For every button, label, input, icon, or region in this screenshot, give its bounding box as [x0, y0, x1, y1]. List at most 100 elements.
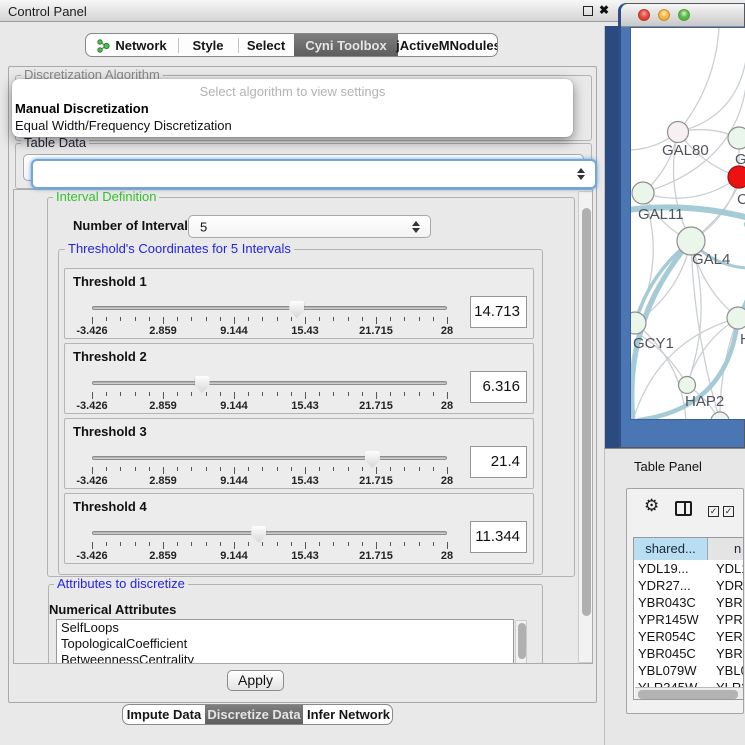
tick-mark — [348, 542, 349, 546]
threshold-4-value-field[interactable]: 11.344 — [470, 521, 527, 553]
tick-label: 21.715 — [359, 550, 393, 562]
tick-label: 15.43 — [291, 400, 319, 412]
dropdown-option-equal-width[interactable]: Equal Width/Frequency Discretization — [15, 118, 232, 133]
attribute-list-item[interactable]: SelfLoops — [57, 620, 513, 636]
network-node-label: GCY1 — [633, 335, 674, 352]
threshold-3-slider-thumb[interactable] — [365, 451, 380, 468]
tick-mark — [433, 467, 434, 471]
table-row[interactable]: YBL079WYBL0 — [634, 662, 744, 679]
network-canvas[interactable]: GAL80GACGAL11GAL4GCY1HHAP2 — [630, 27, 745, 420]
threshold-1-slider-track[interactable] — [92, 306, 447, 310]
checkbox-icon[interactable]: ✓ — [723, 506, 734, 517]
threshold-3-slider-track[interactable] — [92, 456, 447, 460]
threshold-3-panel: Threshold 3-3.4262.8599.14415.4321.71528… — [64, 418, 534, 489]
bottom-tab-impute-data[interactable]: Impute Data — [123, 705, 205, 724]
tick-mark — [433, 542, 434, 546]
tick-mark — [149, 317, 150, 321]
tick-mark — [248, 317, 249, 321]
gear-icon[interactable]: ⚙ — [644, 497, 659, 514]
threshold-2-value-field[interactable]: 6.316 — [470, 371, 527, 403]
column-layout-icon[interactable] — [675, 501, 692, 516]
network-node-h[interactable] — [727, 307, 745, 329]
float-window-icon[interactable] — [583, 6, 593, 16]
table-data-label: Table Data — [21, 136, 89, 150]
threshold-4-slider-thumb[interactable] — [251, 526, 266, 543]
tick-label: 28 — [441, 550, 453, 562]
threshold-1-value-field[interactable]: 14.713 — [470, 296, 527, 328]
table-row[interactable]: YPR145WYPR1 — [634, 611, 744, 628]
zoom-traffic-light-icon[interactable] — [678, 9, 690, 21]
network-node-hap2[interactable] — [679, 377, 696, 394]
network-node-label: H — [740, 331, 745, 348]
table-row[interactable]: YDR27...YDR2 — [634, 577, 744, 594]
bottom-tab-discretize-data[interactable]: Discretize Data — [205, 705, 303, 724]
tick-mark — [433, 392, 434, 396]
network-edge[interactable] — [643, 34, 745, 193]
attribute-list-item[interactable]: BetweennessCentrality — [57, 652, 513, 664]
network-edge-thick[interactable] — [738, 224, 745, 318]
table-horizontal-scrollbar[interactable] — [635, 687, 743, 700]
table-cell-shared-name: YPR145W — [634, 611, 709, 628]
dropdown-hint: Select algorithm to view settings — [12, 84, 573, 99]
close-traffic-light-icon[interactable] — [638, 9, 650, 21]
tab-cyni-toolbox[interactable]: Cyni Toolbox — [294, 34, 398, 56]
tab-style[interactable]: Style — [178, 34, 238, 56]
interval-definition-label: Interval Definition — [53, 190, 159, 204]
network-node-gal11[interactable] — [632, 182, 654, 204]
network-node-n9[interactable] — [711, 412, 729, 420]
tab-network[interactable]: Network — [86, 34, 178, 56]
table-row[interactable]: YER054CYER0 — [634, 628, 744, 645]
threshold-label: Threshold 4 — [73, 499, 147, 514]
network-window-titlebar[interactable] — [621, 4, 744, 27]
tab-jactivemnodules[interactable]: jActiveMNodules — [398, 34, 498, 56]
table-cell-shared-name: YBR043C — [634, 594, 709, 611]
apply-button[interactable]: Apply — [227, 670, 284, 691]
tick-mark — [120, 392, 121, 396]
tick-label: 28 — [441, 400, 453, 412]
tick-label: 9.144 — [220, 325, 248, 337]
threshold-4-slider-track[interactable] — [92, 531, 447, 535]
attribute-list-item[interactable]: TopologicalCoefficient — [57, 636, 513, 652]
tick-mark — [404, 467, 405, 471]
control-panel-titlebar[interactable]: Control Panel ✖ — [0, 0, 620, 22]
tick-mark — [206, 317, 207, 321]
threshold-2-slider-track[interactable] — [92, 381, 447, 385]
threshold-2-slider-thumb[interactable] — [195, 376, 210, 393]
tick-mark — [106, 392, 107, 396]
tick-label: -3.426 — [76, 325, 107, 337]
threshold-3-value-field[interactable]: 21.4 — [470, 446, 527, 478]
tick-mark — [319, 542, 320, 546]
table-row[interactable]: YDL19...YDL1 — [634, 560, 744, 577]
table-header-row: shared... n — [634, 538, 744, 560]
number-of-intervals-combobox[interactable]: 5 — [188, 215, 431, 238]
tick-label: 21.715 — [359, 475, 393, 487]
dropdown-option-manual[interactable]: Manual Discretization — [15, 101, 149, 116]
minimize-traffic-light-icon[interactable] — [658, 9, 670, 21]
close-icon[interactable]: ✖ — [599, 3, 609, 17]
checkbox-icon[interactable]: ✓ — [708, 506, 719, 517]
tick-mark — [348, 467, 349, 471]
algorithm-combobox[interactable] — [31, 159, 597, 189]
threshold-label: Threshold 2 — [73, 349, 147, 364]
tick-mark — [277, 392, 278, 396]
column-header-name[interactable]: n — [708, 538, 744, 560]
threshold-1-slider-thumb[interactable] — [289, 301, 304, 318]
tick-mark — [248, 542, 249, 546]
attributes-list-scrollbar[interactable] — [515, 620, 527, 664]
settings-scrollbar[interactable] — [578, 191, 593, 663]
network-node-red[interactable] — [728, 166, 745, 188]
table-row[interactable]: YBR043CYBR0 — [634, 594, 744, 611]
numerical-attributes-list[interactable]: SelfLoopsTopologicalCoefficientBetweenne… — [56, 619, 514, 664]
network-node-ga[interactable] — [728, 127, 745, 149]
tab-select[interactable]: Select — [238, 34, 294, 56]
column-header-shared-name[interactable]: shared... — [634, 538, 708, 560]
table-cell-name: YBR0 — [709, 594, 744, 611]
tick-mark — [390, 542, 391, 546]
tick-label: 21.715 — [359, 400, 393, 412]
bottom-tab-infer-network[interactable]: Infer Network — [303, 705, 393, 724]
tick-mark — [447, 392, 448, 399]
tick-mark — [362, 542, 363, 546]
network-node-gal80[interactable] — [668, 122, 689, 143]
tick-mark — [390, 467, 391, 471]
table-row[interactable]: YBR045CYBR0 — [634, 645, 744, 662]
